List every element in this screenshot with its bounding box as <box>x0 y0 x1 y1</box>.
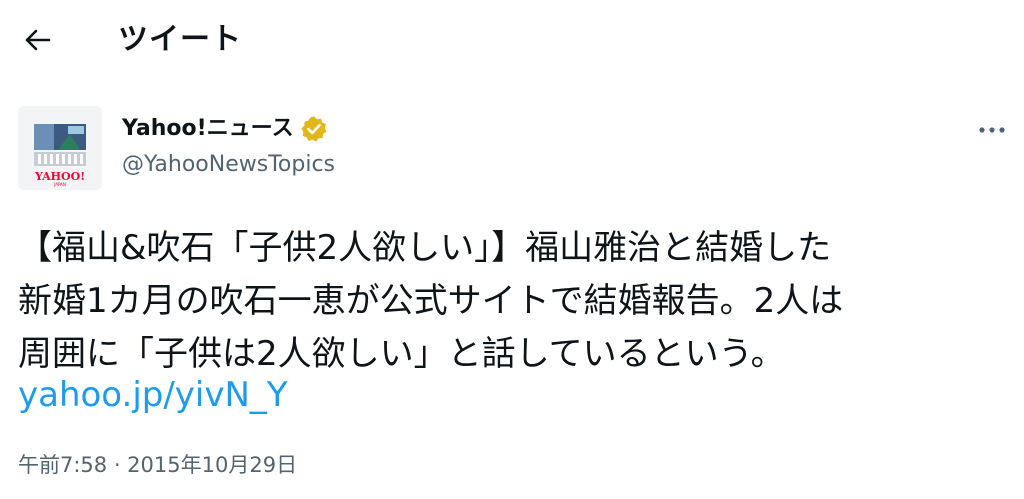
verified-badge-icon <box>300 115 328 143</box>
author-name[interactable]: Yahoo!ニュース <box>122 114 328 144</box>
tweet-link[interactable]: yahoo.jp/yivN_Y <box>18 369 288 422</box>
author-name-text: Yahoo!ニュース <box>122 116 294 141</box>
tweet-text: 【福山&吹石「子供2人欲しい」】福山雅治と結婚した 新婚1カ月の吹石一恵が公式サ… <box>18 222 1014 381</box>
yahoo-news-logo: YAHOO! JAPAN <box>18 106 102 190</box>
author-handle[interactable]: @YahooNewsTopics <box>122 150 335 180</box>
arrow-left-icon <box>25 29 51 51</box>
logo-subtext: JAPAN <box>53 182 66 187</box>
header: ツイート <box>0 0 1024 80</box>
tweet-timestamp[interactable]: 午前7:58 · 2015年10月29日 <box>18 450 297 480</box>
page-title: ツイート <box>118 22 242 57</box>
back-button[interactable] <box>18 20 58 60</box>
tweet-text-line: 新婚1カ月の吹石一恵が公式サイトで結婚報告。2人は <box>18 281 844 321</box>
tweet-text-line: 【福山&吹石「子供2人欲しい」】福山雅治と結婚した <box>18 228 832 268</box>
more-options-button[interactable] <box>976 116 1008 144</box>
avatar[interactable]: YAHOO! JAPAN <box>18 106 102 190</box>
more-horizontal-icon <box>979 127 1005 133</box>
